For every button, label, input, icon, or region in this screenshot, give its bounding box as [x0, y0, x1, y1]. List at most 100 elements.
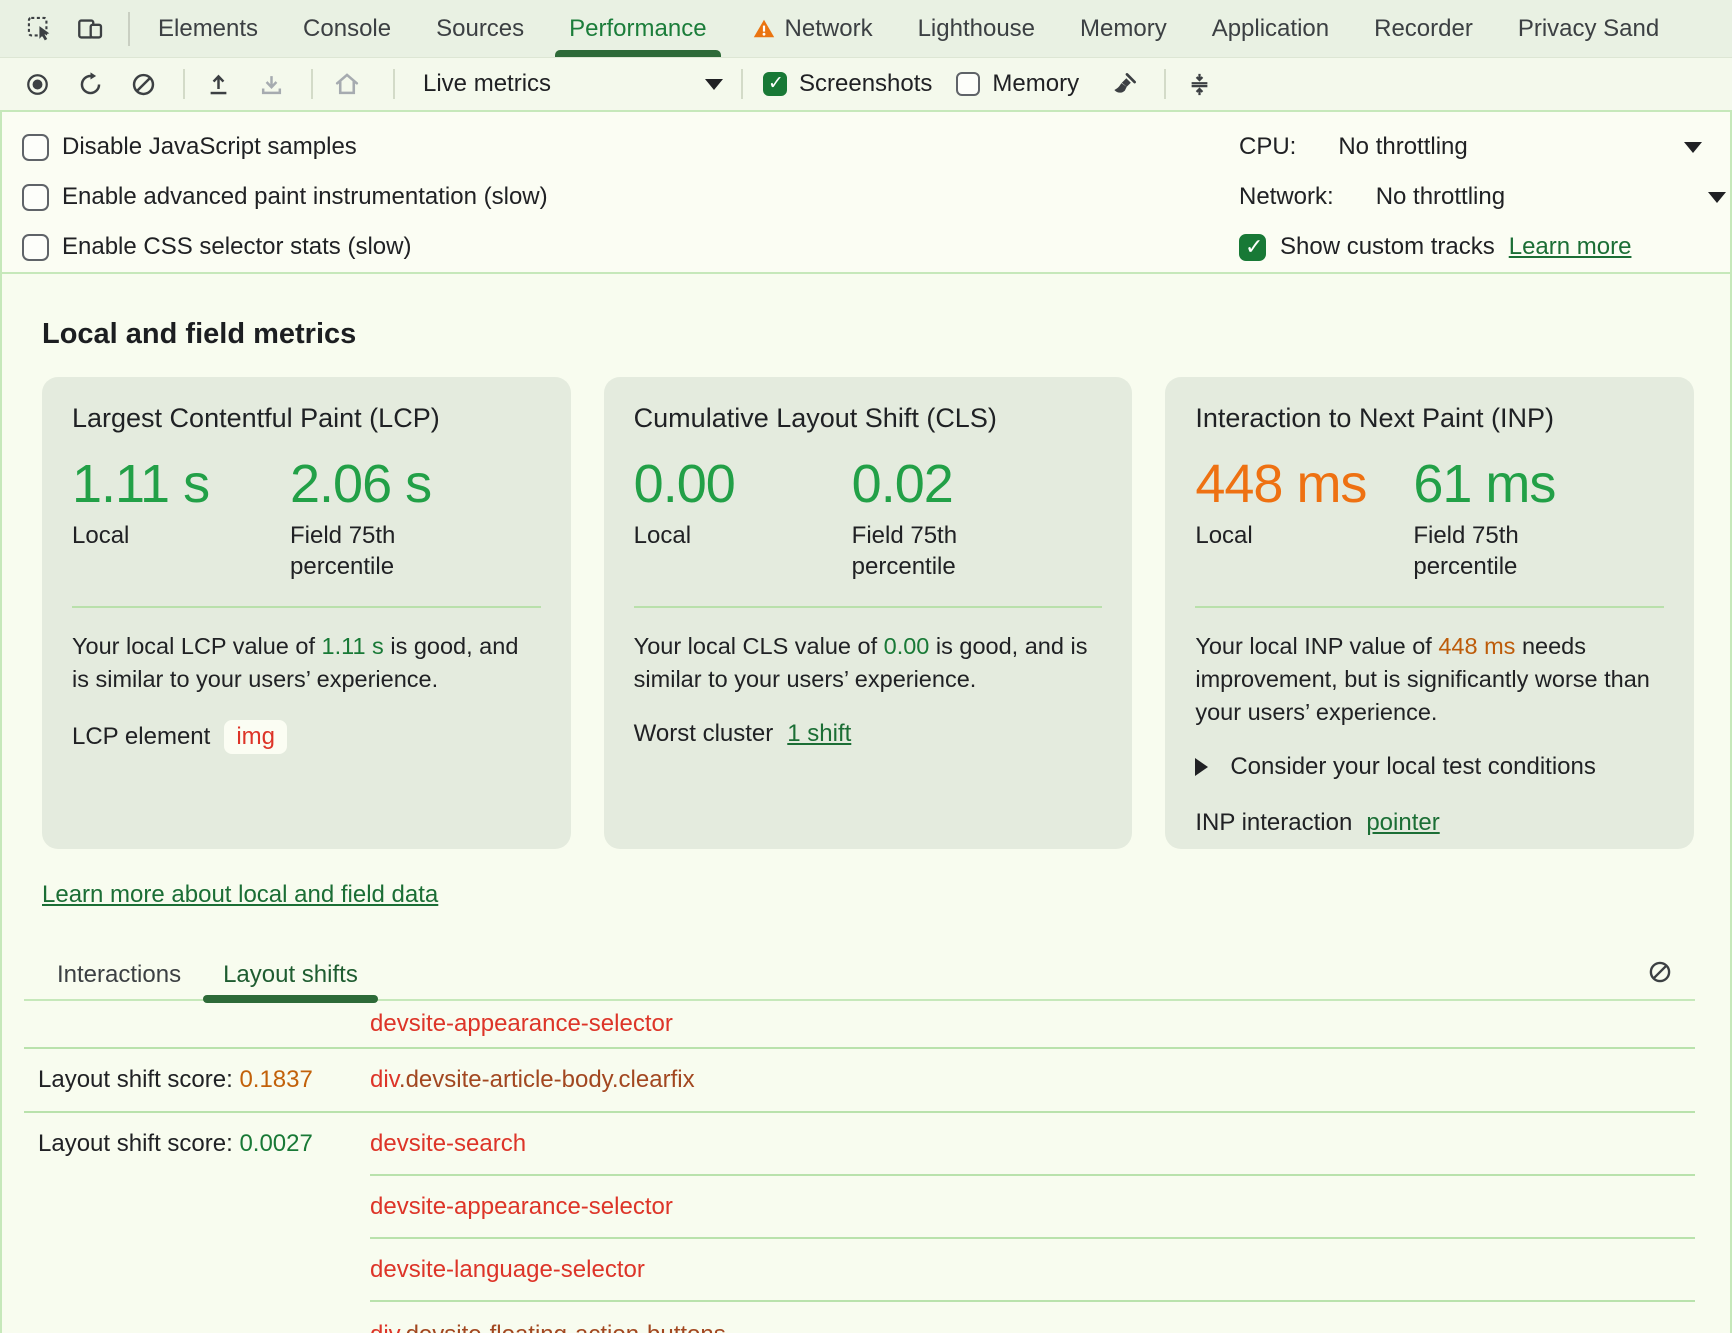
chevron-down-icon[interactable]: [1708, 192, 1726, 203]
lcp-desc-pre: Your local LCP value of: [72, 633, 322, 659]
score-label: Layout shift score:: [38, 1130, 233, 1157]
css-selector-stats-checkbox[interactable]: [22, 234, 49, 261]
tab-memory[interactable]: Memory: [1080, 0, 1167, 57]
panel-tabs: Elements Console Sources Performance Net…: [158, 0, 1659, 57]
tab-console[interactable]: Console: [303, 0, 391, 57]
warning-icon: [752, 17, 776, 41]
css-selector-stats-label: Enable CSS selector stats (slow): [62, 233, 411, 261]
lcp-local-value: 1.11 s: [72, 454, 290, 514]
inp-desc-pre: Your local INP value of: [1195, 633, 1438, 659]
disable-js-samples-label: Disable JavaScript samples: [62, 133, 357, 161]
chevron-down-icon[interactable]: [1684, 142, 1702, 153]
shift-element-link[interactable]: div.devsite-floating-action-buttons: [370, 1321, 1695, 1333]
lcp-field-label: Field 75th percentile: [290, 520, 440, 582]
toolbar-separator: [311, 69, 313, 99]
network-throttling-select[interactable]: No throttling: [1376, 183, 1505, 211]
card-divider: [1195, 606, 1664, 608]
tab-lighthouse[interactable]: Lighthouse: [918, 0, 1035, 57]
throttling-controls: CPU: No throttling Network: No throttlin…: [1239, 122, 1702, 272]
device-toolbar-icon[interactable]: [76, 15, 104, 43]
shift-element-link[interactable]: devsite-search: [370, 1130, 1695, 1158]
memory-checkbox[interactable]: [956, 72, 980, 96]
live-metrics-view: Local and field metrics Largest Contentf…: [2, 274, 1730, 1333]
view-mode-value: Live metrics: [423, 70, 551, 98]
cpu-throttling-select[interactable]: No throttling: [1338, 133, 1467, 161]
show-custom-tracks-label: Show custom tracks: [1280, 233, 1495, 261]
score-value: 0.0027: [239, 1130, 312, 1157]
worst-cluster-link[interactable]: 1 shift: [787, 720, 851, 748]
shift-element-link[interactable]: devsite-appearance-selector: [370, 1010, 1695, 1038]
tab-network[interactable]: Network: [752, 0, 873, 57]
lcp-card: Largest Contentful Paint (LCP) 1.11 s Lo…: [42, 377, 571, 849]
shift-element-link[interactable]: div.devsite-article-body.clearfix: [370, 1066, 1695, 1094]
inp-local-value: 448 ms: [1195, 454, 1413, 514]
toolbar-separator: [183, 69, 185, 99]
reload-record-icon[interactable]: [77, 71, 104, 98]
tab-interactions[interactable]: Interactions: [57, 951, 181, 999]
custom-tracks-row: Show custom tracks Learn more: [1239, 222, 1702, 272]
lcp-card-title: Largest Contentful Paint (LCP): [72, 403, 541, 434]
local-test-conditions-expander[interactable]: Consider your local test conditions: [1195, 753, 1664, 781]
score-value: 0.1837: [239, 1066, 312, 1093]
show-custom-tracks-checkbox[interactable]: [1239, 234, 1266, 261]
tab-application[interactable]: Application: [1212, 0, 1329, 57]
tab-layout-shifts[interactable]: Layout shifts: [223, 951, 358, 999]
clear-icon[interactable]: [130, 71, 157, 98]
layout-shift-row: devsite-language-selector: [24, 1239, 1695, 1300]
tab-performance[interactable]: Performance: [569, 0, 706, 57]
shift-element-link[interactable]: devsite-language-selector: [370, 1256, 1695, 1284]
worst-cluster-label: Worst cluster: [634, 720, 774, 748]
network-label: Network:: [1239, 183, 1334, 211]
lcp-element-row: LCP element img: [72, 720, 541, 754]
capture-settings: Disable JavaScript samples Enable advanc…: [2, 110, 1730, 274]
cls-card: Cumulative Layout Shift (CLS) 0.00 Local…: [604, 377, 1133, 849]
tab-privacy-sandbox[interactable]: Privacy Sand: [1518, 0, 1659, 57]
tab-elements[interactable]: Elements: [158, 0, 258, 57]
lcp-description: Your local LCP value of 1.11 s is good, …: [72, 630, 540, 696]
card-divider: [634, 606, 1103, 608]
custom-tracks-learn-more-link[interactable]: Learn more: [1509, 233, 1632, 261]
screenshots-checkbox[interactable]: [763, 72, 787, 96]
collect-garbage-icon[interactable]: [1111, 71, 1138, 98]
tab-recorder[interactable]: Recorder: [1374, 0, 1473, 57]
metric-cards: Largest Contentful Paint (LCP) 1.11 s Lo…: [42, 377, 1694, 849]
element-class: .devsite-floating-action-buttons: [399, 1321, 726, 1333]
card-divider: [72, 606, 541, 608]
record-icon[interactable]: [24, 71, 51, 98]
shift-element-link[interactable]: devsite-appearance-selector: [370, 1193, 1695, 1221]
tabbar-separator: [128, 12, 130, 46]
element-tag: div: [370, 1066, 399, 1093]
load-profile-icon[interactable]: [205, 71, 232, 98]
local-test-conditions-label: Consider your local test conditions: [1230, 753, 1596, 781]
cls-local-label: Local: [634, 520, 784, 551]
tab-sources[interactable]: Sources: [436, 0, 524, 57]
score-label: Layout shift score:: [38, 1066, 233, 1093]
inp-local-label: Local: [1195, 520, 1345, 551]
advanced-paint-label: Enable advanced paint instrumentation (s…: [62, 183, 548, 211]
home-icon[interactable]: [333, 70, 361, 98]
layout-shifts-log: devsite-appearance-selector Layout shift…: [24, 1001, 1695, 1333]
panel-body: Disable JavaScript samples Enable advanc…: [0, 110, 1732, 1333]
cls-worst-cluster-row: Worst cluster 1 shift: [634, 720, 1103, 748]
inp-field-value: 61 ms: [1413, 454, 1664, 514]
disable-js-samples-checkbox[interactable]: [22, 134, 49, 161]
learn-more-field-data-link[interactable]: Learn more about local and field data: [42, 881, 438, 909]
layout-shift-row: devsite-appearance-selector: [24, 1176, 1695, 1237]
inspect-element-icon[interactable]: [26, 15, 54, 43]
view-mode-dropdown[interactable]: Live metrics: [423, 70, 723, 98]
lcp-local-label: Local: [72, 520, 222, 551]
lcp-values: 1.11 s Local 2.06 s Field 75th percentil…: [72, 454, 541, 582]
cls-desc-value: 0.00: [884, 633, 930, 659]
inp-interaction-link[interactable]: pointer: [1366, 809, 1439, 837]
collapse-icon[interactable]: [1186, 71, 1213, 98]
chevron-down-icon: [705, 79, 723, 90]
lcp-field-value: 2.06 s: [290, 454, 541, 514]
clear-log-icon[interactable]: [1647, 959, 1673, 985]
element-class: .devsite-article-body.clearfix: [399, 1066, 695, 1093]
advanced-paint-checkbox[interactable]: [22, 184, 49, 211]
lcp-element-link[interactable]: img: [224, 720, 287, 754]
save-profile-icon[interactable]: [258, 71, 285, 98]
toolbar-separator: [1164, 69, 1166, 99]
element-tag: div: [370, 1321, 399, 1333]
layout-shift-row: devsite-appearance-selector: [24, 1001, 1695, 1047]
